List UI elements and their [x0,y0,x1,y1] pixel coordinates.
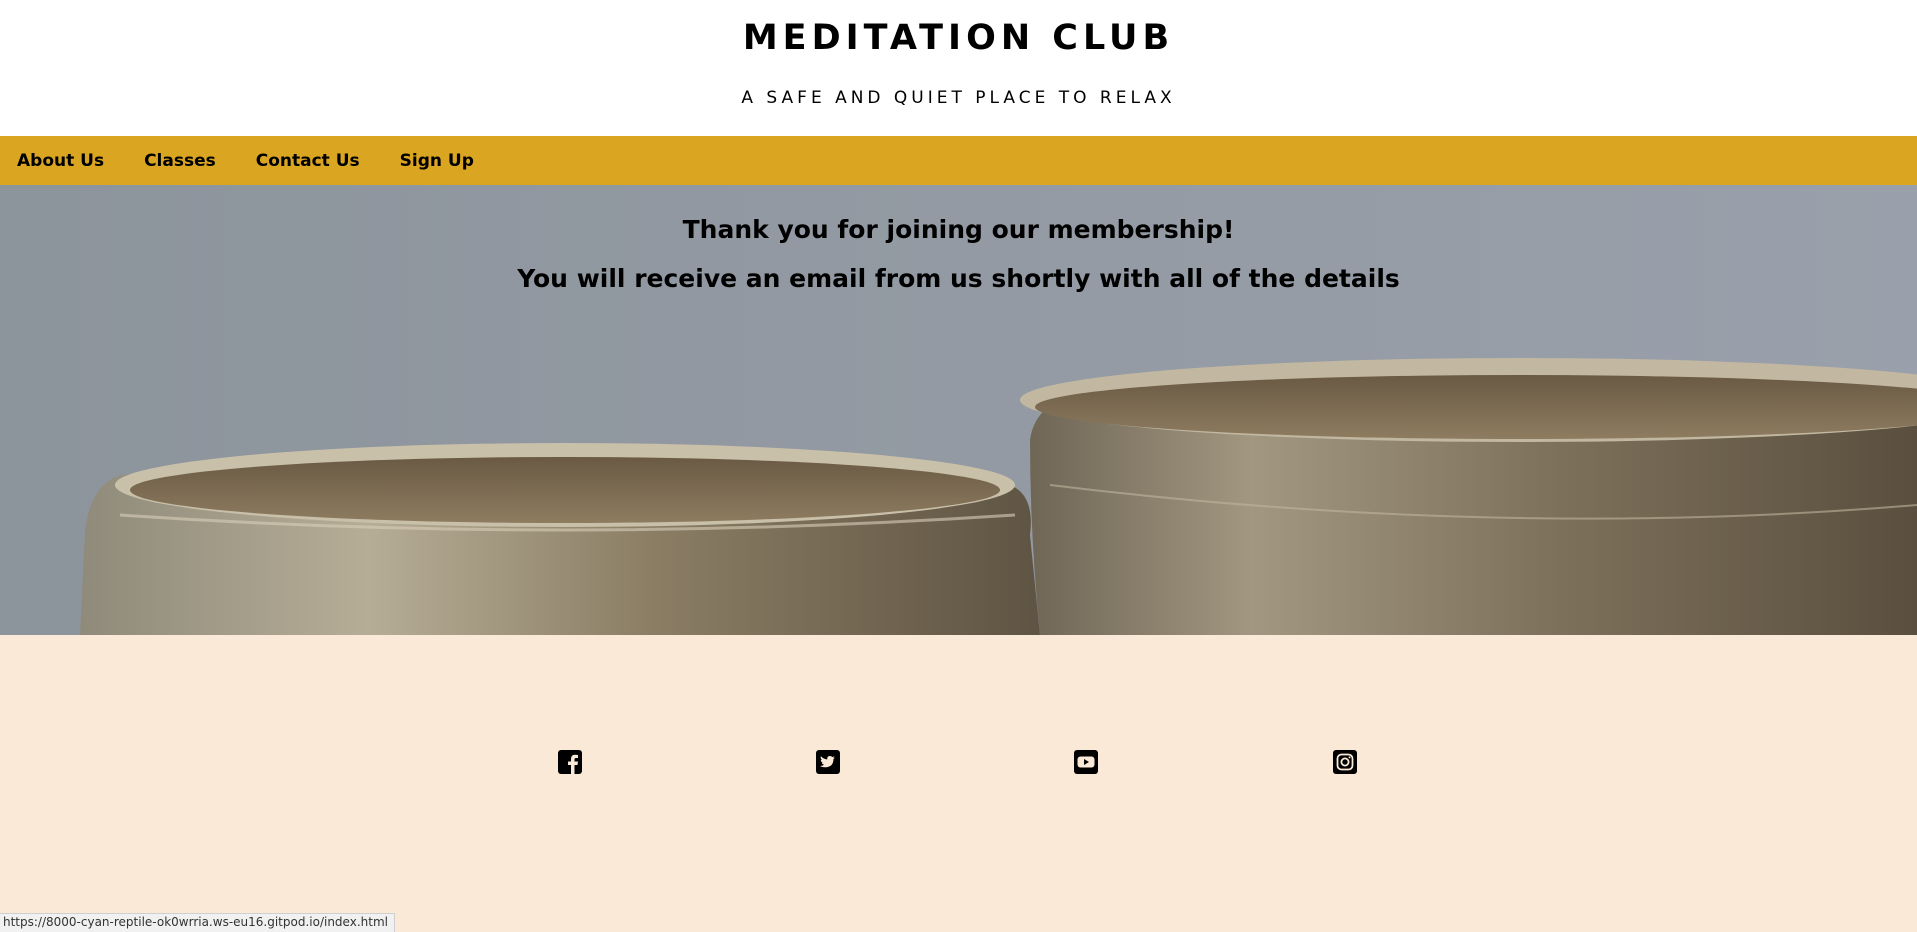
thank-you-heading: Thank you for joining our membership! [682,215,1235,244]
instagram-icon[interactable] [1332,749,1358,775]
nav-link-about-us[interactable]: About Us [17,151,104,171]
site-title: MEDITATION CLUB [742,18,1175,58]
email-notice-heading: You will receive an email from us shortl… [517,264,1400,293]
hero-section: Thank you for joining our membership! Yo… [0,185,1917,635]
browser-status-url: https://8000-cyan-reptile-ok0wrria.ws-eu… [0,913,395,932]
nav-link-classes[interactable]: Classes [144,151,216,171]
youtube-icon[interactable] [1073,749,1099,775]
main-nav: About Us Classes Contact Us Sign Up [0,136,1917,185]
site-tagline: A SAFE AND QUIET PLACE TO RELAX [741,88,1176,108]
twitter-icon[interactable] [815,749,841,775]
confirmation-message: Thank you for joining our membership! Yo… [0,215,1917,293]
facebook-icon[interactable] [557,749,583,775]
nav-link-sign-up[interactable]: Sign Up [400,151,474,171]
site-header: MEDITATION CLUB A SAFE AND QUIET PLACE T… [0,0,1917,136]
nav-link-contact-us[interactable]: Contact Us [256,151,360,171]
site-footer [0,635,1917,932]
